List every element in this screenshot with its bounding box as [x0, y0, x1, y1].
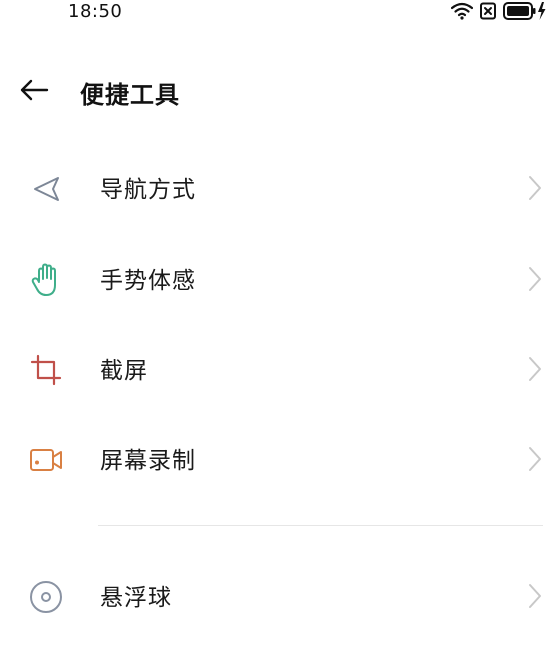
chevron-right-icon — [527, 175, 543, 201]
menu-item-label: 屏幕录制 — [100, 448, 196, 474]
menu-item-gesture-motion[interactable]: 手势体感 — [0, 233, 557, 323]
chevron-right-icon — [527, 583, 543, 609]
sim-disabled-icon — [479, 2, 497, 24]
menu-item-screenshot[interactable]: 截屏 — [0, 323, 557, 413]
video-camera-icon — [28, 442, 64, 478]
floating-ball-icon — [28, 579, 64, 615]
battery-charging-icon — [503, 1, 547, 25]
wifi-icon — [450, 2, 474, 24]
menu-item-screen-recording[interactable]: 屏幕录制 — [0, 413, 557, 503]
menu-item-label: 导航方式 — [100, 177, 196, 203]
navigation-triangle-icon — [28, 171, 64, 207]
hand-gesture-icon — [28, 262, 64, 298]
crop-icon — [28, 352, 64, 388]
chevron-right-icon — [527, 266, 543, 292]
menu-item-floating-ball[interactable]: 悬浮球 — [0, 550, 557, 640]
menu-item-navigation-mode[interactable]: 导航方式 — [0, 142, 557, 232]
arrow-left-icon — [19, 79, 49, 105]
chevron-right-icon — [527, 356, 543, 382]
menu-item-label: 手势体感 — [100, 268, 196, 294]
page-title: 便捷工具 — [80, 81, 180, 109]
status-bar: 18:50 — [0, 0, 557, 28]
back-button[interactable] — [16, 77, 52, 107]
status-time: 18:50 — [68, 1, 123, 22]
header: 便捷工具 — [0, 62, 557, 122]
status-icons — [450, 1, 547, 25]
section-divider — [98, 525, 543, 526]
menu-item-label: 截屏 — [100, 358, 148, 384]
chevron-right-icon — [527, 446, 543, 472]
menu-item-label: 悬浮球 — [100, 585, 172, 611]
